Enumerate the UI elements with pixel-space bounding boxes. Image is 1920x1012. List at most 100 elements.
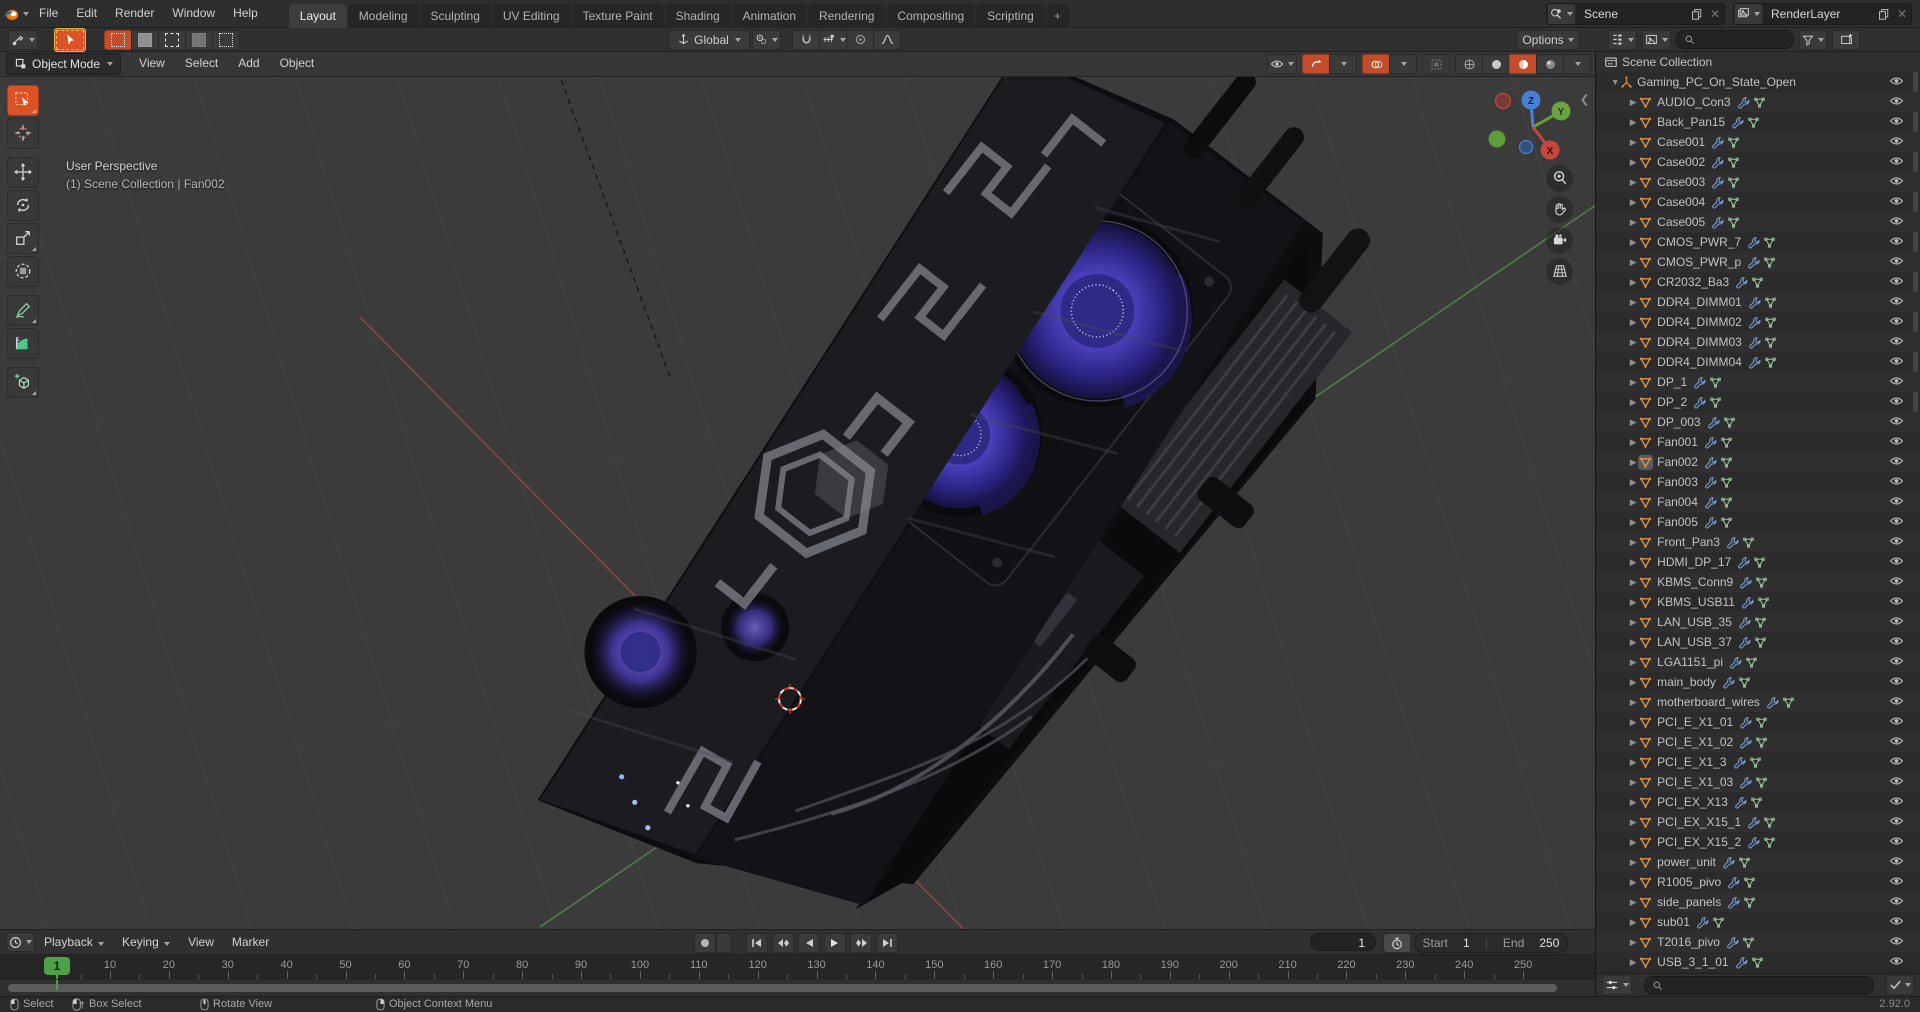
modifier-wrench-icon[interactable]	[1735, 276, 1748, 289]
current-frame-field[interactable]: 1	[1310, 933, 1376, 952]
expand-arrow-icon[interactable]: ▶	[1628, 97, 1638, 108]
pivot-point-dropdown[interactable]	[752, 29, 781, 50]
mesh-data-icon[interactable]	[1751, 276, 1764, 289]
modifier-wrench-icon[interactable]	[1726, 936, 1739, 949]
expand-arrow-icon[interactable]: ▶	[1628, 437, 1638, 448]
modifier-wrench-icon[interactable]	[1747, 816, 1760, 829]
blender-logo-icon[interactable]	[0, 7, 30, 21]
hide-eye-icon[interactable]	[1889, 715, 1904, 727]
expand-arrow-icon[interactable]: ▶	[1628, 137, 1638, 148]
modifier-wrench-icon[interactable]	[1696, 916, 1709, 929]
outliner-row[interactable]: ▶ motherboard_wires	[1596, 692, 1920, 712]
properties-editor-type-dropdown[interactable]	[1602, 975, 1633, 995]
modifier-wrench-icon[interactable]	[1704, 456, 1717, 469]
outliner-row[interactable]: ▶ KBMS_USB11	[1596, 592, 1920, 612]
tool-annotate[interactable]	[7, 294, 39, 326]
outliner-row[interactable]: ▶ Fan003	[1596, 472, 1920, 492]
outliner-row[interactable]: ▶ AUDIO_Con3	[1596, 92, 1920, 112]
shading-rendered-button[interactable]	[1536, 54, 1565, 74]
outliner-row[interactable]: ▶ DDR4_DIMM01	[1596, 292, 1920, 312]
outliner-row[interactable]: ▶ PCI_E_X1_01	[1596, 712, 1920, 732]
expand-arrow-icon[interactable]: ▶	[1628, 357, 1638, 368]
hide-eye-icon[interactable]	[1889, 115, 1904, 127]
modifier-wrench-icon[interactable]	[1739, 736, 1752, 749]
scene-copy-icon[interactable]	[1688, 5, 1706, 23]
hide-eye-icon[interactable]	[1889, 495, 1904, 507]
outliner-row[interactable]: ▶ Front_Pan3	[1596, 532, 1920, 552]
timeline-scrollbar[interactable]	[8, 984, 1558, 993]
hide-eye-icon[interactable]	[1889, 395, 1904, 407]
hide-eye-icon[interactable]	[1889, 375, 1904, 387]
timeline-menu-keying[interactable]: Keying	[113, 931, 179, 954]
expand-arrow-icon[interactable]: ▶	[1628, 957, 1638, 968]
expand-arrow-icon[interactable]: ▶	[1628, 317, 1638, 328]
expand-arrow-icon[interactable]: ▶	[1628, 117, 1638, 128]
mesh-data-icon[interactable]	[1755, 776, 1768, 789]
expand-arrow-icon[interactable]: ▶	[1628, 577, 1638, 588]
expand-arrow-icon[interactable]: ▶	[1628, 377, 1638, 388]
hide-eye-icon[interactable]	[1889, 355, 1904, 367]
mesh-data-icon[interactable]	[1727, 176, 1740, 189]
expand-arrow-icon[interactable]: ▶	[1628, 297, 1638, 308]
options-dropdown[interactable]: Options	[1516, 29, 1580, 50]
snap-settings-dropdown[interactable]	[819, 29, 849, 50]
scene-unlink-icon[interactable]: ✕	[1706, 5, 1724, 23]
hide-eye-icon[interactable]	[1889, 415, 1904, 427]
navigation-gizmo[interactable]: Z Y X	[1486, 85, 1578, 173]
hide-eye-icon[interactable]	[1889, 535, 1904, 547]
expand-arrow-icon[interactable]: ▶	[1628, 397, 1638, 408]
expand-arrow-icon[interactable]: ▶	[1628, 237, 1638, 248]
show-overlays-toggle[interactable]	[1362, 54, 1391, 74]
mesh-data-icon[interactable]	[1745, 656, 1758, 669]
mesh-data-icon[interactable]	[1757, 596, 1770, 609]
mesh-data-icon[interactable]	[1753, 556, 1766, 569]
overlays-dropdown[interactable]	[1389, 54, 1418, 74]
outliner-row[interactable]: ▶ LAN_USB_37	[1596, 632, 1920, 652]
jump-to-end-button[interactable]	[876, 933, 898, 954]
hide-eye-icon[interactable]	[1889, 935, 1904, 947]
play-reverse-button[interactable]	[798, 933, 820, 954]
end-value[interactable]: 250	[1539, 936, 1559, 950]
modifier-wrench-icon[interactable]	[1727, 876, 1740, 889]
outliner-row[interactable]: ▶ Case005	[1596, 212, 1920, 232]
expand-arrow-icon[interactable]: ▶	[1628, 217, 1638, 228]
outliner-row[interactable]: ▶ HDMI_DP_17	[1596, 552, 1920, 572]
shading-solid-button[interactable]	[1482, 54, 1511, 74]
hide-eye-icon[interactable]	[1889, 555, 1904, 567]
hide-eye-icon[interactable]	[1889, 615, 1904, 627]
view-layer-icon[interactable]	[1734, 3, 1763, 24]
expand-arrow-icon[interactable]: ▶	[1628, 477, 1638, 488]
mesh-data-icon[interactable]	[1720, 436, 1733, 449]
menu-file[interactable]: File	[30, 0, 67, 27]
outliner-row[interactable]: ▶ USB_3_1_01	[1596, 952, 1920, 972]
mesh-data-icon[interactable]	[1727, 156, 1740, 169]
mesh-data-icon[interactable]	[1742, 536, 1755, 549]
gizmo-dropdown[interactable]	[1329, 54, 1358, 74]
hide-eye-icon[interactable]	[1889, 295, 1904, 307]
modifier-wrench-icon[interactable]	[1693, 396, 1706, 409]
hide-eye-icon[interactable]	[1889, 135, 1904, 147]
hide-eye-icon[interactable]	[1889, 155, 1904, 167]
mesh-data-icon[interactable]	[1709, 376, 1722, 389]
jump-to-start-button[interactable]	[746, 933, 768, 954]
outliner-display-mode-dropdown[interactable]	[1642, 29, 1671, 50]
viewport-3d[interactable]: User Perspective (1) Scene Collection | …	[0, 76, 1596, 930]
tool-transform[interactable]	[7, 255, 39, 287]
mesh-data-icon[interactable]	[1764, 316, 1777, 329]
modifier-wrench-icon[interactable]	[1693, 376, 1706, 389]
outliner-row[interactable]: ▶ sub01	[1596, 912, 1920, 932]
mesh-data-icon[interactable]	[1720, 516, 1733, 529]
tool-move[interactable]	[7, 156, 39, 188]
mesh-data-icon[interactable]	[1753, 96, 1766, 109]
mesh-data-icon[interactable]	[1720, 496, 1733, 509]
outliner-row[interactable]: ▶ Case004	[1596, 192, 1920, 212]
outliner-row[interactable]: ▶ power_unit	[1596, 852, 1920, 872]
viewport-menu-object[interactable]: Object	[270, 52, 325, 75]
pan-button[interactable]	[1546, 195, 1573, 223]
menu-render[interactable]: Render	[106, 0, 163, 27]
modifier-wrench-icon[interactable]	[1747, 236, 1760, 249]
mesh-data-icon[interactable]	[1720, 456, 1733, 469]
outliner-row[interactable]: ▶ DP_1	[1596, 372, 1920, 392]
hide-eye-icon[interactable]	[1889, 595, 1904, 607]
outliner-row[interactable]: ▶ CR2032_Ba3	[1596, 272, 1920, 292]
